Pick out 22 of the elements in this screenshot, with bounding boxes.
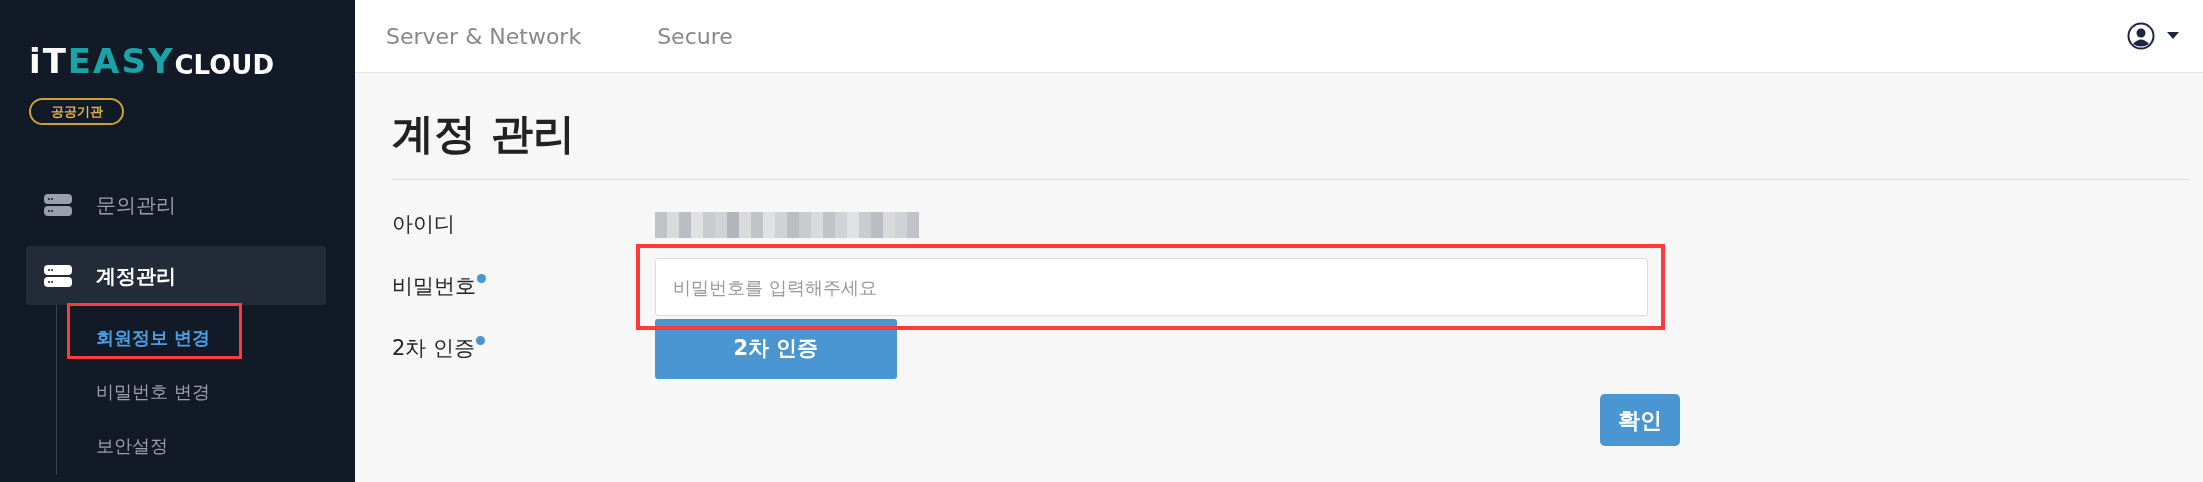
- server-icon: [44, 264, 72, 287]
- submenu-item[interactable]: 보안설정: [67, 425, 197, 465]
- logo-text: iT: [29, 44, 68, 78]
- page-title: 계정 관리: [392, 113, 576, 160]
- logo-text: CLOUD: [174, 52, 275, 78]
- field-label: 2차 인증: [392, 335, 476, 363]
- field-label: 비밀번호: [392, 273, 476, 301]
- verify-button[interactable]: 2차 인증: [655, 319, 897, 379]
- category-badge: 공공기관: [29, 98, 124, 125]
- server-icon: [44, 193, 72, 216]
- sidebar-item[interactable]: 문의관리: [26, 175, 326, 234]
- nav-tab[interactable]: Secure: [657, 19, 733, 53]
- sidebar-item[interactable]: 계정관리: [26, 246, 326, 305]
- submenu-item[interactable]: 회원정보 변경: [67, 317, 240, 357]
- password-field[interactable]: 비밀번호를 입력해주세요: [655, 258, 1648, 316]
- caret-icon[interactable]: [2167, 32, 2179, 40]
- field-label: 아이디: [392, 211, 455, 239]
- logo-text: EASY: [67, 44, 175, 78]
- nav-tab[interactable]: Server & Network: [386, 19, 582, 53]
- submenu-item[interactable]: 비밀번호 변경: [67, 371, 239, 411]
- account-icon[interactable]: [2127, 22, 2155, 50]
- confirm-button[interactable]: 확인: [1600, 394, 1680, 446]
